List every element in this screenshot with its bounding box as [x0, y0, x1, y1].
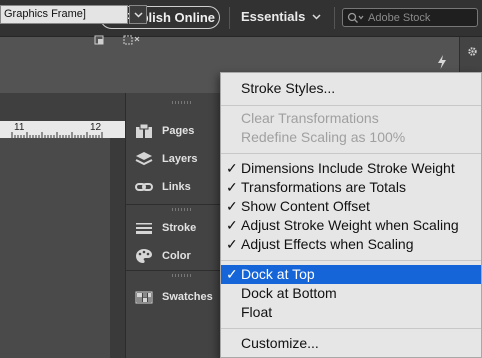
panel-group-divider [126, 270, 221, 271]
panel-label: Swatches [162, 291, 213, 303]
menu-item-label: Redefine Scaling as 100% [241, 129, 406, 145]
ruler-label: 11 [14, 122, 25, 133]
menu-separator [221, 153, 481, 154]
document-canvas[interactable] [0, 138, 110, 358]
swatches-icon [135, 289, 153, 305]
menu-item-label: Dock at Bottom [241, 285, 337, 301]
panel-label: Links [162, 181, 191, 193]
topbar-divider [229, 7, 230, 29]
menu-item-dock-at-bottom[interactable]: Dock at Bottom [221, 284, 481, 303]
pages-icon [135, 123, 153, 139]
menu-item-label: Adjust Effects when Scaling [241, 236, 414, 252]
ruler-label: 12 [90, 122, 102, 133]
fitting-icons[interactable] [94, 34, 146, 46]
menu-item-show-content-offset[interactable]: ✓ Show Content Offset [221, 197, 481, 216]
checkmark-icon: ✓ [226, 217, 238, 233]
document-tab-area [0, 93, 125, 121]
checkmark-icon: ✓ [226, 198, 238, 214]
panel-item-links[interactable]: Links [126, 176, 221, 198]
search-placeholder: Adobe Stock [368, 11, 431, 24]
menu-separator [221, 328, 481, 329]
panel-item-stroke[interactable]: Stroke [126, 217, 221, 239]
menu-item-label: Dock at Top [241, 266, 315, 282]
menu-item-dock-at-top[interactable]: ✓ Dock at Top [221, 265, 481, 284]
checkmark-icon: ✓ [226, 236, 238, 252]
checkmark-icon: ✓ [226, 266, 238, 282]
menu-item-adjust-effects[interactable]: ✓ Adjust Effects when Scaling [221, 235, 481, 254]
workspace-switcher[interactable]: Essentials [241, 9, 305, 24]
menu-item-label: Clear Transformations [241, 110, 379, 126]
menu-item-label: Dimensions Include Stroke Weight [241, 160, 455, 176]
horizontal-ruler[interactable]: 11 12 [0, 121, 110, 139]
menu-separator [221, 105, 481, 106]
panel-item-color[interactable]: Color [126, 245, 221, 267]
panel-item-swatches[interactable]: Swatches [126, 286, 221, 308]
stroke-panel-menu: Stroke Styles... Clear Transformations R… [220, 72, 482, 358]
menu-item-stroke-styles[interactable]: Stroke Styles... [221, 79, 481, 98]
panel-label: Stroke [162, 222, 197, 234]
menu-item-label: Customize... [241, 335, 319, 351]
menu-separator [221, 260, 481, 261]
panel-label: Color [162, 250, 191, 262]
menu-item-label: Stroke Styles... [241, 80, 336, 96]
chevron-down-icon [133, 12, 143, 18]
menu-item-label: Adjust Stroke Weight when Scaling [241, 217, 459, 233]
chevron-down-icon[interactable] [312, 12, 321, 21]
panel-group-divider [126, 204, 221, 205]
menu-item-float[interactable]: Float [221, 303, 481, 322]
menu-item-dimensions-include-stroke-weight[interactable]: ✓ Dimensions Include Stroke Weight [221, 159, 481, 178]
menu-item-redefine-scaling: Redefine Scaling as 100% [221, 128, 481, 147]
ruler-corner [110, 121, 125, 138]
panel-item-pages[interactable]: Pages [126, 120, 221, 142]
stroke-icon [135, 220, 153, 236]
vertical-scrollbar[interactable] [110, 138, 125, 358]
menu-item-label: Transformations are Totals [241, 179, 406, 195]
links-icon [135, 179, 153, 195]
dock-grip[interactable] [172, 101, 192, 104]
topbar-divider [334, 7, 335, 29]
frame-type-field[interactable]: Graphics Frame] [0, 5, 128, 24]
menu-item-clear-transformations: Clear Transformations [221, 109, 481, 128]
panel-item-layers[interactable]: Layers [126, 148, 221, 170]
layers-icon [135, 151, 153, 167]
search-icon [347, 12, 364, 23]
dock-grip[interactable] [172, 274, 192, 277]
color-icon [135, 248, 153, 264]
gear-icon[interactable] [467, 46, 478, 57]
lightning-icon[interactable] [437, 55, 447, 69]
menu-item-transformations-are-totals[interactable]: ✓ Transformations are Totals [221, 178, 481, 197]
adobe-stock-search-input[interactable]: Adobe Stock [342, 8, 478, 27]
panel-label: Layers [162, 153, 198, 165]
checkmark-icon: ✓ [226, 160, 238, 176]
panel-label: Pages [162, 125, 195, 137]
menu-item-label: Show Content Offset [241, 198, 370, 214]
frame-type-dropdown-button[interactable] [129, 5, 147, 24]
menu-item-adjust-stroke-weight[interactable]: ✓ Adjust Stroke Weight when Scaling [221, 216, 481, 235]
dock-grip[interactable] [172, 208, 192, 211]
menu-item-label: Float [241, 304, 273, 320]
checkmark-icon: ✓ [226, 179, 238, 195]
menu-item-customize[interactable]: Customize... [221, 334, 481, 353]
